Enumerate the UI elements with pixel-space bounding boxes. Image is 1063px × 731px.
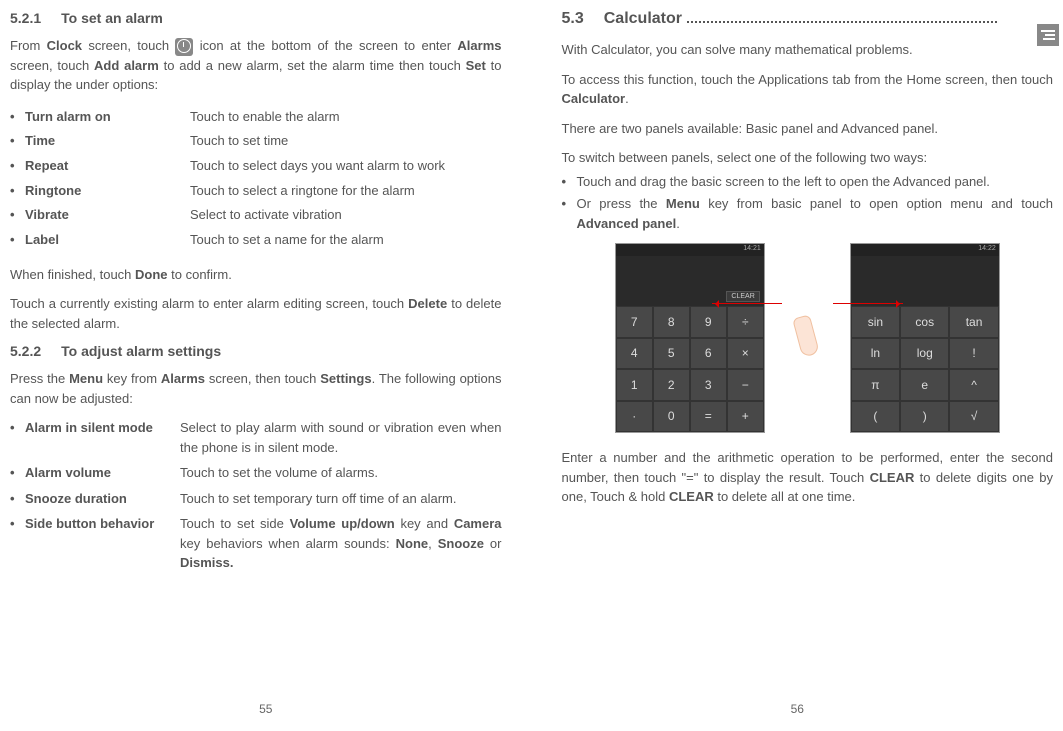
done-text: When finished, touch Done to confirm. [10,265,502,285]
title-dots [687,15,997,23]
heading-adjust-settings: 5.2.2To adjust alarm settings [10,343,502,359]
setting-silent-mode: •Alarm in silent modeSelect to play alar… [10,418,502,457]
option-vibrate: •VibrateSelect to activate vibration [10,203,502,228]
calc-p2: To access this function, touch the Appli… [562,70,1054,109]
clear-button: CLEAR [726,291,759,302]
calc-p1: With Calculator, you can solve many math… [562,40,1054,60]
settings-intro: Press the Menu key from Alarms screen, t… [10,369,502,408]
option-repeat: •RepeatTouch to select days you want ala… [10,154,502,179]
menu-lines-icon [1037,24,1059,46]
heading-set-alarm: 5.2.1To set an alarm [10,10,502,26]
settings-list: •Alarm in silent modeSelect to play alar… [10,418,502,573]
calc-p4: To switch between panels, select one of … [562,148,1054,168]
intro-paragraph: From Clock screen, touch icon at the bot… [10,36,502,95]
setting-volume: •Alarm volumeTouch to set the volume of … [10,463,502,483]
basic-panel-screenshot: 14:21 CLEAR 789÷ 456× 123− ·0=+ [615,243,765,433]
alarm-options-list: •Turn alarm onTouch to enable the alarm … [10,105,502,253]
setting-snooze: •Snooze durationTouch to set temporary t… [10,489,502,509]
page-right: 5.3Calculator With Calculator, you can s… [532,0,1063,731]
heading-calculator: 5.3Calculator [562,10,1054,28]
calc-p3: There are two panels available: Basic pa… [562,119,1054,139]
delete-text: Touch a currently existing alarm to ente… [10,294,502,333]
switch-menu: Or press the Menu key from basic panel t… [562,194,1054,233]
clock-icon [175,38,193,56]
option-turn-alarm-on: •Turn alarm onTouch to enable the alarm [10,105,502,130]
basic-keypad: 789÷ 456× 123− ·0=+ [616,306,764,432]
setting-side-button: •Side button behaviorTouch to set side V… [10,514,502,573]
option-label: •LabelTouch to set a name for the alarm [10,228,502,253]
option-ringtone: •RingtoneTouch to select a ringtone for … [10,179,502,204]
advanced-panel-screenshot: 14:22 sincostan lnlog! πe^ ()√ [850,243,1000,433]
switch-methods-list: Touch and drag the basic screen to the l… [562,172,1054,234]
switch-drag: Touch and drag the basic screen to the l… [562,172,1054,192]
advanced-keypad: sincostan lnlog! πe^ ()√ [851,306,999,432]
hand-gesture-icon [785,311,830,366]
page-number-right: 56 [791,702,804,716]
option-time: •TimeTouch to set time [10,129,502,154]
page-left: 5.2.1To set an alarm From Clock screen, … [0,0,532,731]
calculator-screenshots: 14:21 CLEAR 789÷ 456× 123− ·0=+ 14:22 si… [562,243,1054,433]
page-number-left: 55 [259,702,272,716]
calc-p5: Enter a number and the arithmetic operat… [562,448,1054,507]
